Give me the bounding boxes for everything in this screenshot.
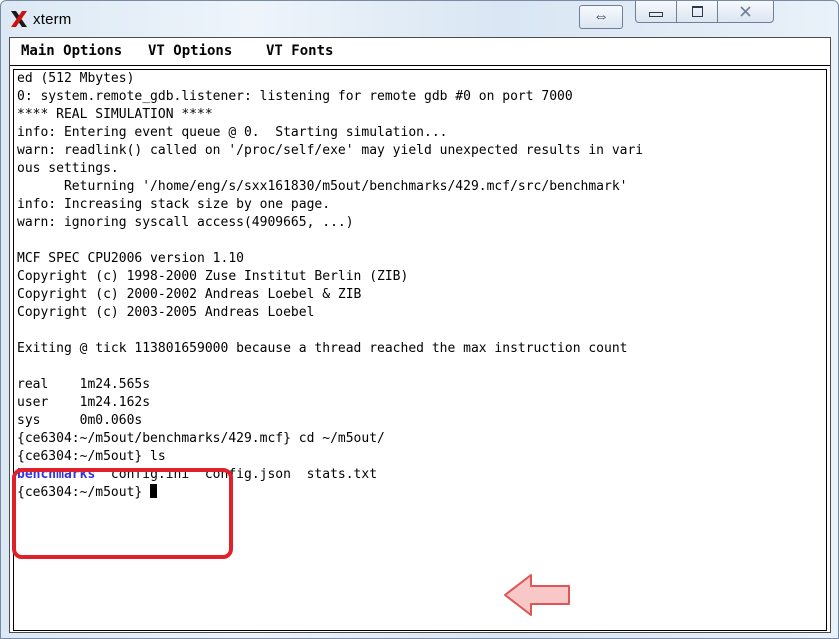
minimize-button[interactable] xyxy=(635,1,677,23)
maximize-icon xyxy=(691,6,703,17)
terminal-line: info: Increasing stack size by one page. xyxy=(17,197,331,212)
menu-vt-options[interactable]: VT Options xyxy=(148,43,232,59)
terminal-line: Copyright (c) 1998-2000 Zuse Institut Be… xyxy=(17,269,409,284)
window-controls xyxy=(635,1,786,23)
menu-vt-fonts[interactable]: VT Fonts xyxy=(266,43,333,59)
terminal-line: MCF SPEC CPU2006 version 1.10 xyxy=(17,251,244,266)
left-arrow-annotation-icon xyxy=(504,574,570,616)
terminal-line: {ce6304:~/m5out} ls xyxy=(17,449,166,464)
double-arrow-icon: ⇔ xyxy=(593,8,609,25)
terminal-line: ed (512 Mbytes) xyxy=(17,71,135,86)
terminal-line: Copyright (c) 2003-2005 Andreas Loebel xyxy=(17,305,315,320)
close-button[interactable] xyxy=(718,1,774,23)
xterm-window: xterm ⇔ Main Options VT Options VT Fonts xyxy=(0,0,839,639)
terminal-line: Copyright (c) 2000-2002 Andreas Loebel &… xyxy=(17,287,362,302)
terminal-line: real 1m24.565s xyxy=(17,377,151,392)
minimize-icon xyxy=(649,12,663,17)
terminal-line: ous settings. xyxy=(17,161,119,176)
terminal-line: 0: system.remote_gdb.listener: listening… xyxy=(17,89,573,104)
title-bar[interactable]: xterm ⇔ xyxy=(1,1,838,37)
timing-highlight-box xyxy=(12,468,233,559)
window-title: xterm xyxy=(33,11,72,28)
swap-arrows-button[interactable]: ⇔ xyxy=(579,5,623,29)
x-logo-icon xyxy=(11,11,27,27)
terminal-line: Returning '/home/eng/s/sxx161830/m5out/b… xyxy=(17,179,628,194)
terminal-line: Exiting @ tick 113801659000 because a th… xyxy=(17,341,628,356)
terminal-line: warn: ignoring syscall access(4909665, .… xyxy=(17,215,354,230)
terminal-line: info: Entering event queue @ 0. Starting… xyxy=(17,125,448,140)
maximize-button[interactable] xyxy=(677,1,718,23)
menu-main-options[interactable]: Main Options xyxy=(21,43,122,59)
terminal-line: user 1m24.162s xyxy=(17,395,151,410)
terminal-line: {ce6304:~/m5out/benchmarks/429.mcf} cd ~… xyxy=(17,431,385,446)
menu-bar: Main Options VT Options VT Fonts xyxy=(10,38,830,66)
close-icon xyxy=(740,6,751,17)
terminal-line: warn: readlink() called on '/proc/self/e… xyxy=(17,143,644,158)
terminal-line: **** REAL SIMULATION **** xyxy=(17,107,213,122)
terminal-line: sys 0m0.060s xyxy=(17,413,143,428)
